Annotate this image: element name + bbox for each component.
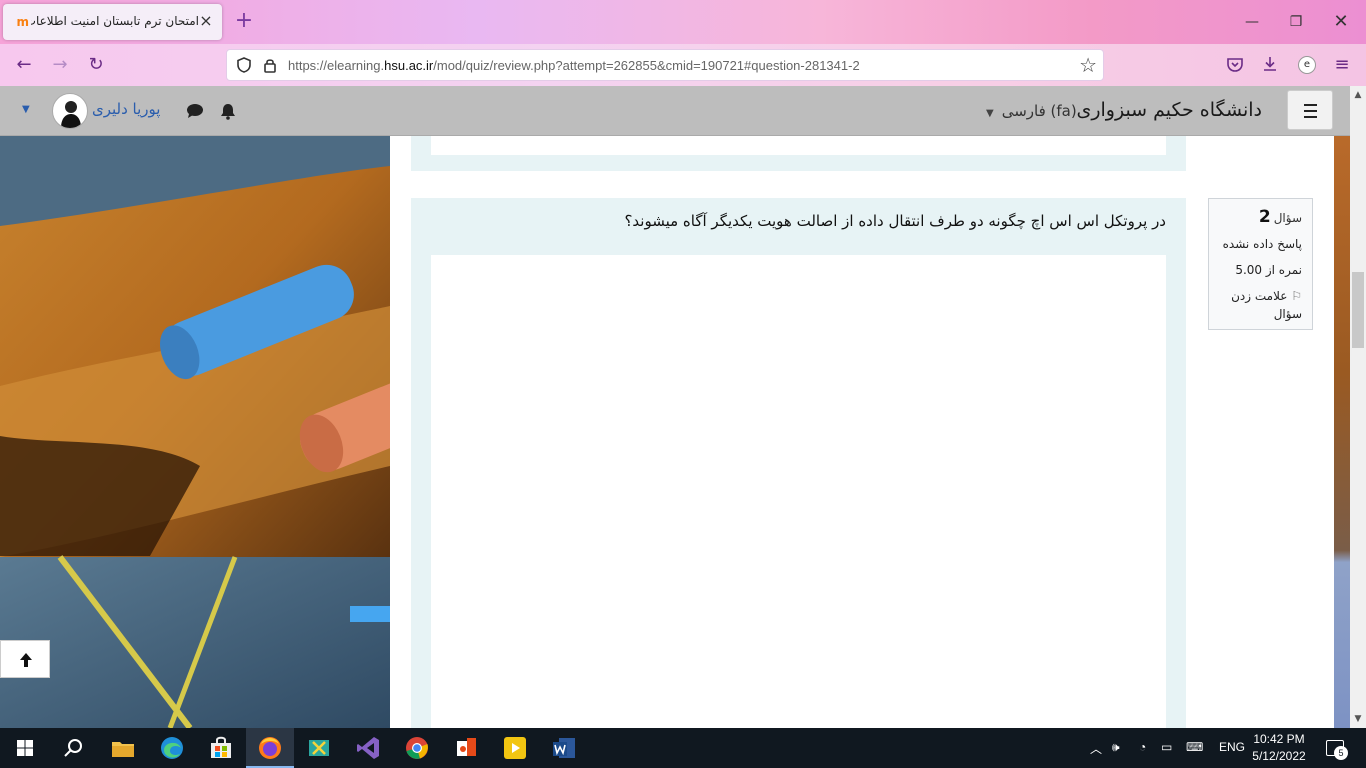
flag-icon: ⚐	[1291, 289, 1302, 303]
browser-tab-strip: m امتحان ترم تابستان امنیت اطلاعات × + —…	[0, 0, 1366, 44]
star-icon[interactable]: ☆	[1079, 54, 1097, 76]
pocket-icon[interactable]	[1226, 56, 1244, 74]
input-language[interactable]: ENG	[1219, 740, 1245, 754]
previous-question-card	[411, 136, 1186, 171]
firefox-icon[interactable]	[256, 734, 284, 762]
snipping-tool-icon[interactable]	[305, 734, 333, 762]
notification-count-badge: 5	[1334, 746, 1348, 760]
question-text: در پروتکل اس اس اچ چگونه دو طرف انتقال د…	[624, 212, 1166, 230]
browser-toolbar: ← → ↻ https://elearning.hsu.ac.ir/mod/qu…	[0, 44, 1366, 86]
battery-icon[interactable]: ▭	[1161, 740, 1172, 754]
close-window-button[interactable]: ✕	[1329, 10, 1353, 34]
chrome-icon[interactable]	[403, 734, 431, 762]
browser-tab[interactable]: m امتحان ترم تابستان امنیت اطلاعات ×	[3, 4, 222, 40]
scroll-down-icon[interactable]: ▼	[1353, 714, 1363, 724]
volume-icon[interactable]: 🕪	[1112, 740, 1120, 755]
language-menu[interactable]: ▼ فارسی ‎(fa)‎	[986, 102, 1077, 120]
site-header: دانشگاه حکیم سبزواری ▼ فارسی ‎(fa)‎ پوریا…	[0, 86, 1350, 136]
office-icon[interactable]	[452, 734, 480, 762]
search-icon[interactable]	[59, 734, 87, 762]
moodle-favicon-icon: m	[16, 15, 29, 29]
user-menu-caret-icon[interactable]: ▼	[22, 104, 30, 115]
scrollbar-thumb[interactable]	[1352, 272, 1364, 348]
answer-area[interactable]	[431, 255, 1166, 728]
question-grade: نمره از 5.00	[1235, 263, 1302, 277]
user-name[interactable]: پوریا دلیری	[92, 100, 160, 118]
back-icon[interactable]: ←	[12, 53, 36, 77]
background-photo-edge	[1334, 136, 1350, 728]
main-content: در پروتکل اس اس اچ چگونه دو طرف انتقال د…	[390, 136, 1334, 728]
page-scrollbar[interactable]: ▲ ▼	[1350, 86, 1366, 728]
forward-icon[interactable]: →	[48, 53, 72, 77]
shield-icon[interactable]	[235, 56, 253, 74]
question-number: سؤال2	[1258, 207, 1302, 227]
file-explorer-icon[interactable]	[109, 734, 137, 762]
tab-title: امتحان ترم تابستان امنیت اطلاعات	[31, 14, 199, 28]
question-card: در پروتکل اس اس اچ چگونه دو طرف انتقال د…	[411, 198, 1186, 728]
reload-icon[interactable]: ↻	[84, 53, 108, 77]
site-name[interactable]: دانشگاه حکیم سبزواری	[1076, 99, 1262, 121]
back-to-top-button[interactable]	[0, 640, 50, 678]
question-info-box: سؤال2 پاسخ داده نشده نمره از 5.00 ⚐ علام…	[1208, 198, 1313, 330]
media-player-icon[interactable]	[501, 734, 529, 762]
edge-icon[interactable]	[158, 734, 186, 762]
url-text: https://elearning.hsu.ac.ir/mod/quiz/rev…	[288, 58, 860, 73]
clock-date: 5/12/2022	[1252, 749, 1306, 763]
scroll-up-icon[interactable]: ▲	[1353, 90, 1363, 100]
download-icon[interactable]	[1261, 55, 1279, 73]
bell-icon[interactable]	[218, 101, 238, 121]
taskbar: ︿ 🕪 ◔ ▭ ⌨ ENG 10:42 PM 5/12/2022 5	[0, 728, 1366, 768]
address-bar[interactable]: https://elearning.hsu.ac.ir/mod/quiz/rev…	[226, 49, 1104, 81]
menu-icon[interactable]: ≡	[1330, 53, 1354, 77]
new-tab-button[interactable]: +	[232, 10, 256, 34]
caret-down-icon: ▼	[986, 108, 994, 119]
word-icon[interactable]	[550, 734, 578, 762]
background-photo	[0, 136, 390, 728]
tray-overflow-icon[interactable]: ︿	[1090, 740, 1102, 757]
previous-answer-area	[431, 136, 1166, 155]
store-icon[interactable]	[207, 734, 235, 762]
chat-icon[interactable]	[185, 101, 205, 121]
clock[interactable]: 10:42 PM 5/12/2022	[1247, 731, 1311, 765]
flag-question-link[interactable]: ⚐ علامت زدن سؤال	[1219, 287, 1302, 323]
hamburger-menu-button[interactable]	[1287, 90, 1333, 130]
lock-icon[interactable]	[261, 56, 279, 74]
restore-button[interactable]: ❐	[1284, 10, 1308, 34]
clock-time: 10:42 PM	[1253, 732, 1305, 746]
question-state: پاسخ داده نشده	[1222, 237, 1302, 251]
minimize-button[interactable]: —	[1240, 10, 1264, 34]
close-tab-icon[interactable]: ×	[198, 13, 214, 29]
visual-studio-icon[interactable]	[354, 734, 382, 762]
extension-icon[interactable]: e	[1298, 56, 1316, 74]
arrow-up-icon	[20, 653, 32, 667]
windows-start-icon[interactable]	[11, 734, 39, 762]
keyboard-icon[interactable]: ⌨	[1186, 740, 1203, 754]
avatar[interactable]	[52, 93, 88, 129]
wifi-icon[interactable]: ◔	[1139, 740, 1146, 754]
